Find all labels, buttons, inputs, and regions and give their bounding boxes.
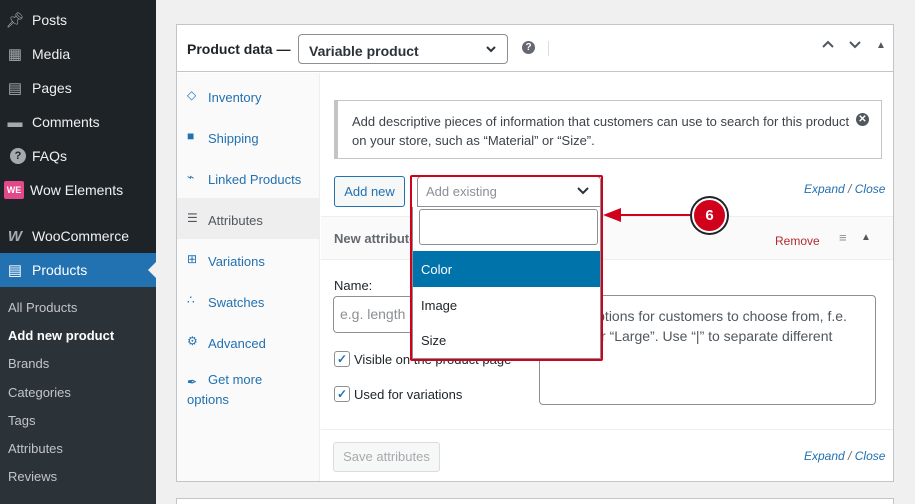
- question-icon: ?: [10, 148, 26, 164]
- tab-swatches[interactable]: ∴ Swatches: [177, 280, 320, 321]
- expand-link[interactable]: Expand: [804, 182, 845, 196]
- gear-icon: ⚙: [187, 334, 198, 348]
- menu-item-faqs[interactable]: ? FAQs: [0, 139, 156, 173]
- visible-checkbox[interactable]: ✓: [334, 351, 350, 367]
- notice-text: Add descriptive pieces of information th…: [352, 114, 850, 148]
- menu-item-products[interactable]: ▤ Products: [0, 253, 156, 287]
- name-label: Name:: [334, 278, 373, 293]
- close-link[interactable]: Close: [855, 449, 886, 463]
- tab-attributes[interactable]: ☰ Attributes: [177, 198, 320, 239]
- menu-item-comments[interactable]: ▬ Comments: [0, 105, 156, 139]
- submenu-categories[interactable]: Categories: [8, 385, 71, 400]
- move-down-icon[interactable]: [848, 37, 862, 54]
- submenu-brands[interactable]: Brands: [8, 356, 49, 371]
- attribute-title: New attribute: [334, 231, 417, 246]
- toggle-panel-icon[interactable]: ▲: [876, 40, 886, 51]
- product-type-select[interactable]: Variable product: [298, 34, 508, 64]
- tab-inventory[interactable]: ◇ Inventory: [177, 75, 320, 116]
- expand-close-bottom: Expand / Close: [804, 449, 885, 463]
- menu-item-wow-elements[interactable]: WE Wow Elements: [0, 173, 156, 207]
- remove-link[interactable]: Remove: [775, 234, 820, 248]
- submenu-add-new-product[interactable]: Add new product: [8, 328, 114, 343]
- close-link[interactable]: Close: [855, 182, 886, 196]
- inventory-icon: ◇: [187, 88, 197, 102]
- woocommerce-icon: W: [7, 227, 23, 245]
- tab-shipping[interactable]: ■ Shipping: [177, 116, 320, 157]
- submenu-reviews[interactable]: Reviews: [8, 469, 57, 484]
- submenu-attributes[interactable]: Attributes: [8, 441, 63, 456]
- products-icon: ▤: [7, 262, 23, 279]
- attribute-header-row[interactable]: New attribute Remove ≡ ▲: [321, 216, 893, 260]
- swatches-icon: ∴: [187, 293, 195, 307]
- attributes-icon: ☰: [187, 211, 198, 225]
- expand-close-top: Expand / Close: [804, 182, 885, 196]
- menu-item-pages[interactable]: ▤ Pages: [0, 71, 156, 105]
- submenu-all-products[interactable]: All Products: [8, 300, 77, 315]
- submenu-tags[interactable]: Tags: [8, 413, 35, 428]
- chevron-down-icon: [485, 42, 497, 58]
- link-icon: ⌁: [187, 170, 195, 184]
- help-icon[interactable]: ?: [522, 41, 535, 54]
- header-divider: [548, 41, 549, 56]
- link-separator: /: [848, 449, 852, 463]
- attributes-notice: Add descriptive pieces of information th…: [334, 100, 882, 159]
- tab-variations[interactable]: ⊞ Variations: [177, 239, 320, 280]
- menu-item-woocommerce[interactable]: W WooCommerce: [0, 219, 156, 253]
- comments-icon: ▬: [7, 113, 23, 131]
- annotation-arrow: [621, 214, 696, 216]
- tab-linked-products[interactable]: ⌁ Linked Products: [177, 157, 320, 198]
- product-data-tabs: ◇ Inventory ■ Shipping ⌁ Linked Products ☰ A…: [177, 73, 320, 481]
- save-attributes-button[interactable]: Save attributes: [333, 442, 440, 472]
- truck-icon: ■: [187, 129, 195, 143]
- arrow-head-icon: [603, 208, 621, 222]
- step-badge: 6: [692, 198, 727, 233]
- footer-divider: [321, 429, 893, 430]
- highlight-box: [410, 175, 603, 361]
- menu-item-media[interactable]: ▦ Media: [0, 37, 156, 71]
- close-icon[interactable]: ✕: [856, 113, 869, 126]
- next-postbox-edge: [176, 498, 894, 504]
- collapse-icon[interactable]: ▲: [861, 232, 871, 243]
- pin-icon: 📌︎: [5, 12, 25, 29]
- products-submenu: All Products Add new product Brands Cate…: [0, 287, 156, 504]
- media-icon: ▦: [7, 46, 23, 63]
- product-data-header: Product data — Variable product ? ▲: [177, 25, 893, 72]
- tab-get-more-options[interactable]: ✒ Get more options: [177, 362, 320, 412]
- add-new-button[interactable]: Add new: [334, 176, 405, 207]
- grid-icon: ⊞: [187, 252, 198, 266]
- used-for-variations-label: Used for variations: [354, 387, 463, 402]
- product-type-value: Variable product: [309, 43, 419, 59]
- drag-handle-icon[interactable]: ≡: [839, 230, 847, 245]
- wow-elements-icon: WE: [4, 181, 24, 199]
- admin-sidebar: 📌︎ Posts ▦ Media ▤ Pages ▬ Comments ? FAQs WE…: [0, 0, 156, 504]
- link-separator: /: [848, 182, 852, 196]
- menu-item-posts[interactable]: 📌︎ Posts: [0, 3, 156, 37]
- expand-link[interactable]: Expand: [804, 449, 845, 463]
- product-data-title: Product data —: [187, 41, 291, 57]
- used-for-variations-checkbox[interactable]: ✓: [334, 386, 350, 402]
- pages-icon: ▤: [7, 80, 23, 97]
- move-up-icon[interactable]: [821, 37, 835, 54]
- tab-advanced[interactable]: ⚙ Advanced: [177, 321, 320, 362]
